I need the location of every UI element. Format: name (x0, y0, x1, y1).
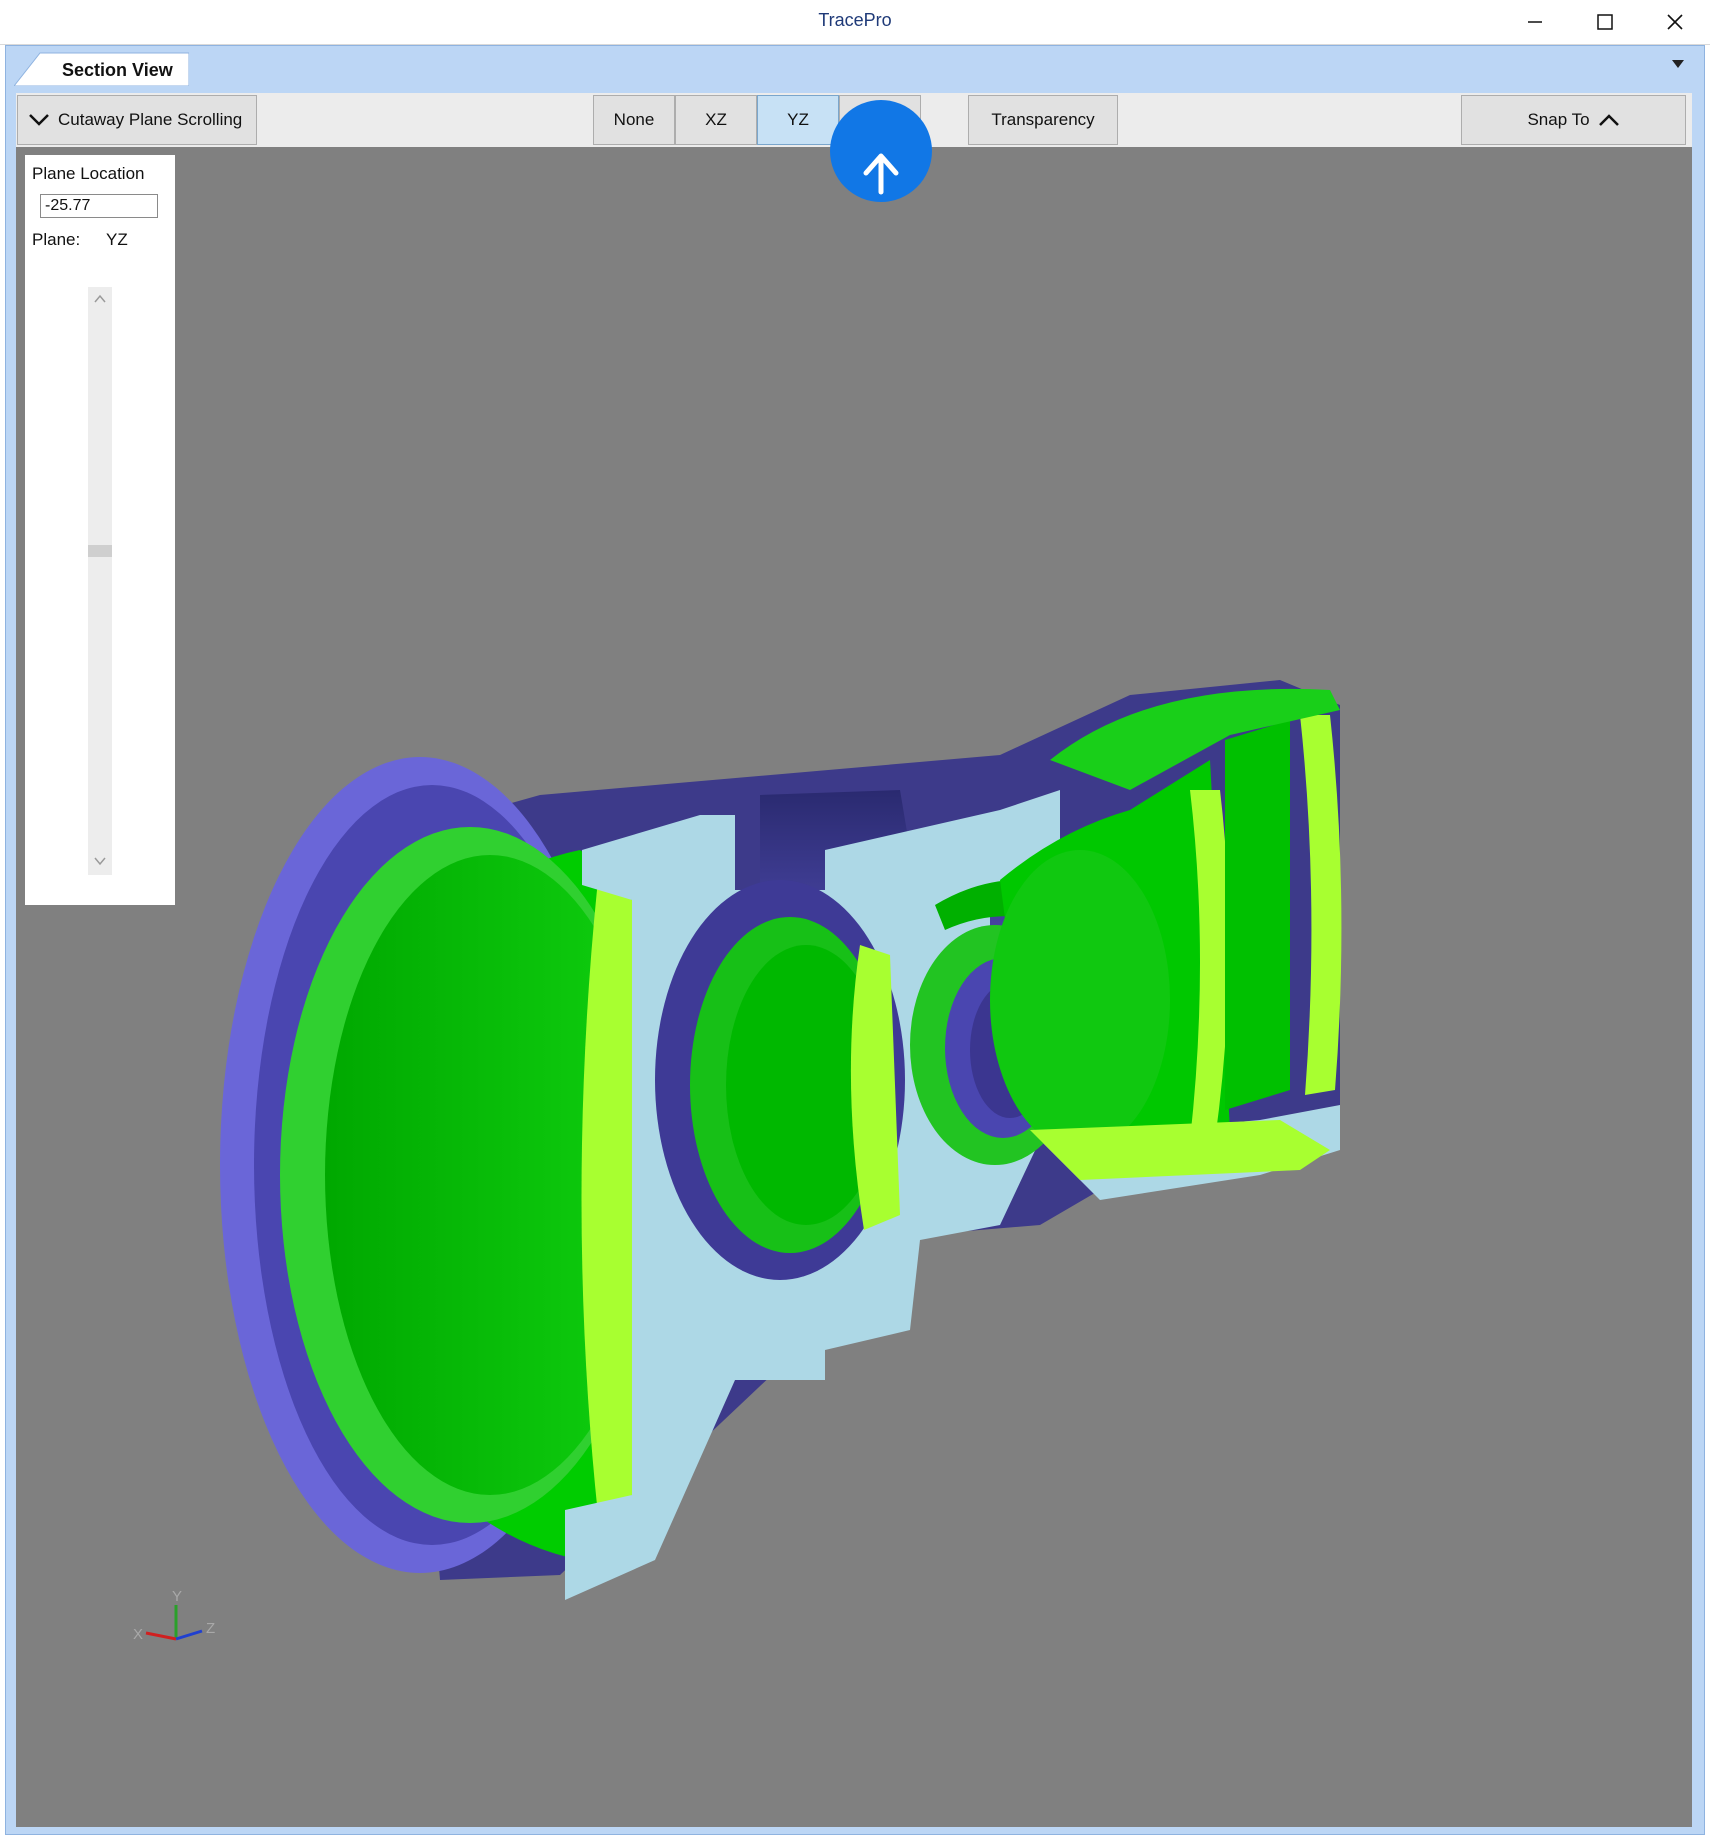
maximize-button[interactable] (1570, 0, 1640, 44)
axis-y-label: Y (172, 1588, 182, 1605)
plane-location-input[interactable] (40, 194, 158, 218)
close-button[interactable] (1640, 0, 1710, 44)
transparency-button[interactable]: Transparency (968, 95, 1118, 145)
minimize-button[interactable] (1500, 0, 1570, 44)
title-bar: TracePro (0, 0, 1710, 45)
plane-location-slider-thumb[interactable] (88, 545, 112, 557)
cutaway-plane-scrolling-button[interactable]: Cutaway Plane Scrolling (17, 95, 257, 145)
tab-label: Section View (62, 60, 173, 80)
plane-yz-button[interactable]: YZ (757, 95, 839, 145)
plane-label: Plane: (32, 230, 81, 249)
maximize-icon (1597, 14, 1613, 30)
lens-assembly-section-model (220, 680, 1342, 1600)
axis-z-label: Z (206, 1620, 215, 1637)
axis-x-label: X (133, 1626, 143, 1643)
cutaway-plane-scrolling-label: Cutaway Plane Scrolling (58, 110, 243, 129)
snap-to-label: Snap To (1527, 110, 1590, 129)
plane-none-button[interactable]: None (593, 95, 675, 145)
chevron-down-icon (29, 114, 49, 126)
navigate-up-button[interactable] (830, 100, 932, 202)
axis-triad: Y X Z (133, 1588, 215, 1643)
minimize-icon (1528, 21, 1542, 23)
arrow-up-icon (863, 153, 899, 195)
tab-dropdown-icon[interactable] (1672, 60, 1684, 68)
snap-to-button[interactable]: Snap To (1461, 95, 1686, 145)
close-icon (1667, 14, 1683, 30)
3d-viewport[interactable]: Y X Z (16, 147, 1692, 1827)
slider-down-arrow-icon[interactable] (94, 855, 106, 867)
plane-xz-button[interactable]: XZ (675, 95, 757, 145)
plane-location-title: Plane Location (32, 164, 145, 183)
window-title: TracePro (818, 10, 892, 30)
plane-value: YZ (106, 230, 128, 249)
chevron-up-icon (1598, 114, 1619, 126)
plane-location-slider-track[interactable] (88, 287, 112, 875)
slider-up-arrow-icon[interactable] (94, 293, 106, 305)
